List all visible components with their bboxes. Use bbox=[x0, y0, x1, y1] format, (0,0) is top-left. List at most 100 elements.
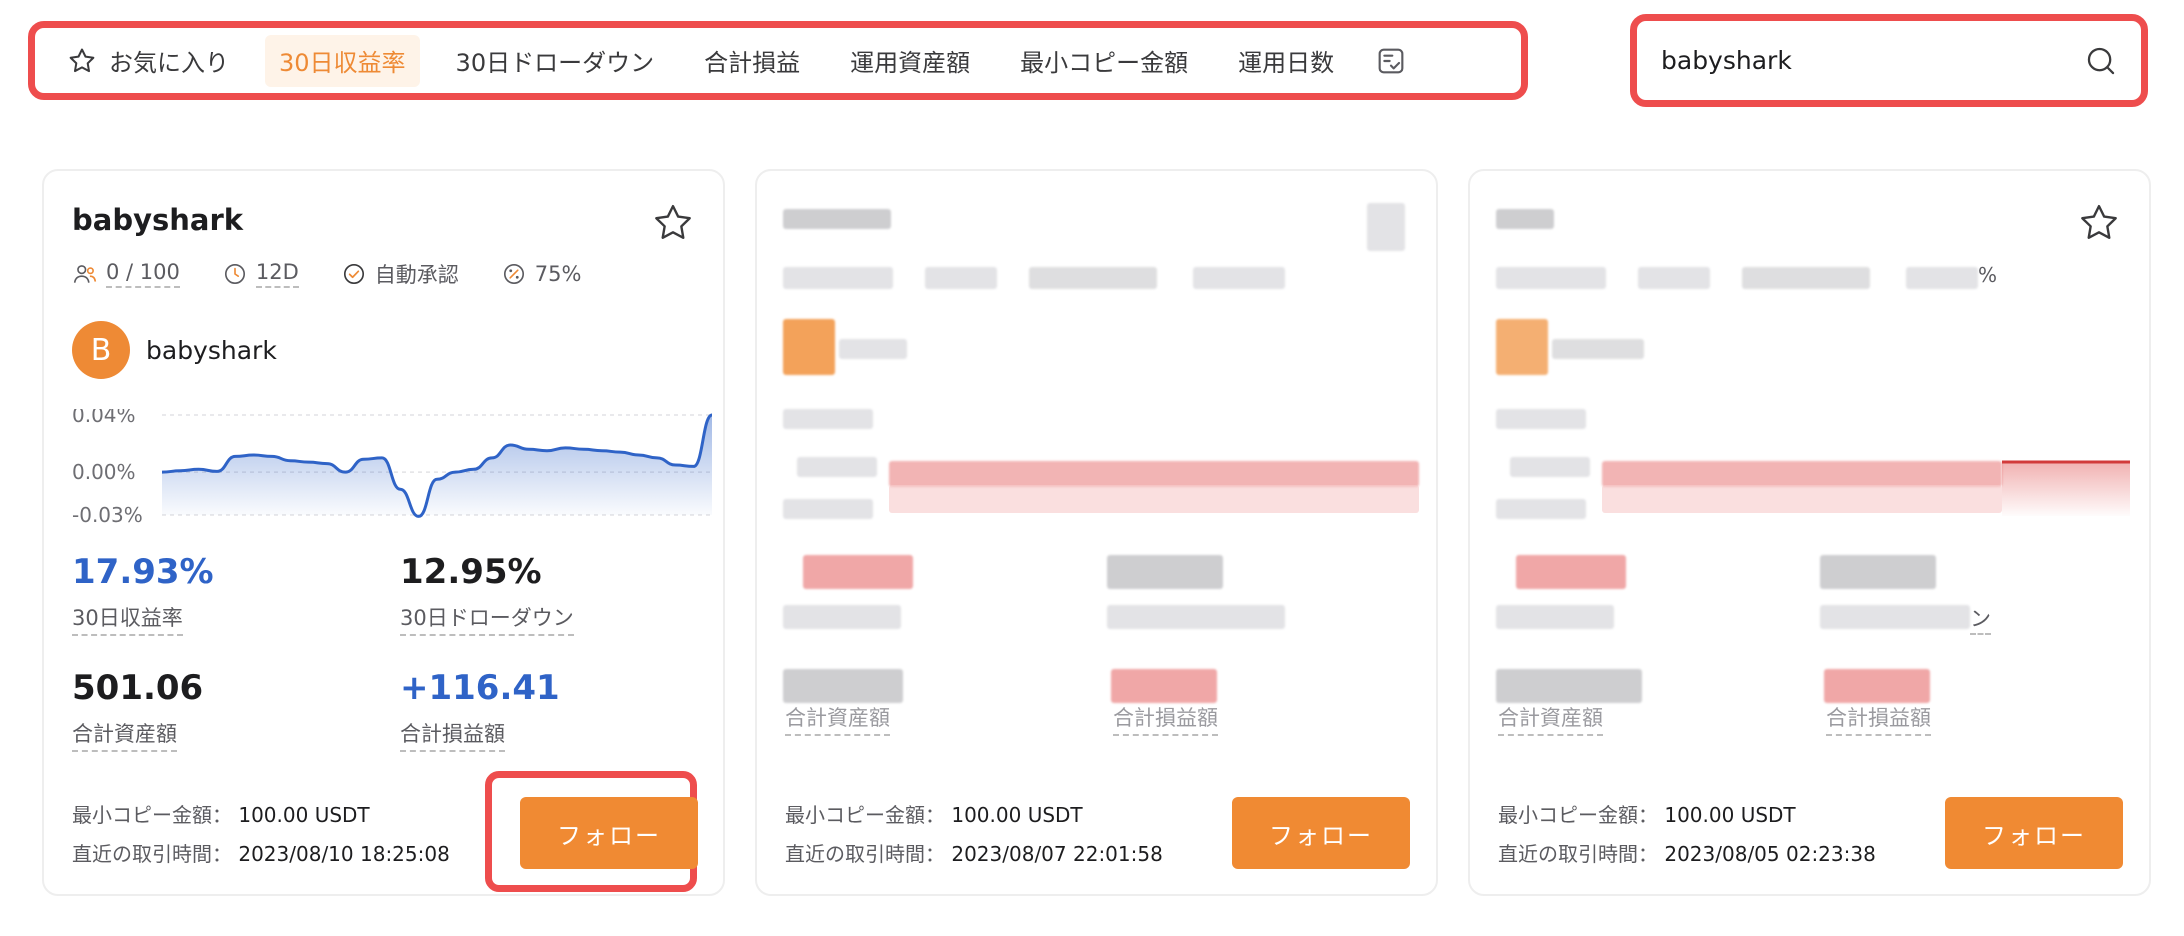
total-assets-label: 合計資産額 bbox=[785, 702, 890, 736]
filter-tab-favorites[interactable]: お気に入り bbox=[53, 35, 243, 87]
blurred-chart-tick bbox=[1496, 409, 1586, 429]
trading-days-value: 12D bbox=[255, 260, 299, 288]
min-copy-label: 最小コピー金額： bbox=[1498, 803, 1658, 827]
blurred-roi-value bbox=[1516, 555, 1626, 589]
filter-tab-days[interactable]: 運用日数 bbox=[1224, 35, 1348, 87]
blurred-avatar bbox=[1496, 319, 1548, 375]
follow-button[interactable]: フォロー bbox=[1232, 797, 1410, 869]
last-trade-label: 直近の取引時間： bbox=[72, 842, 232, 866]
stat-total-assets: 合計資産額 bbox=[1498, 692, 1603, 736]
last-trade-time: 直近の取引時間： 2023/08/05 02:23:38 bbox=[1498, 838, 1876, 867]
filter-tab-total-pnl[interactable]: 合計損益 bbox=[690, 35, 814, 87]
trader-meta-row: 0 / 100 12D 自動承認 75% bbox=[72, 259, 623, 289]
blurred-chart-tick bbox=[1510, 457, 1590, 477]
blurred-chart bbox=[1602, 485, 2002, 513]
total-pnl-label: 合計損益額 bbox=[400, 718, 505, 752]
total-assets-label: 合計資産額 bbox=[1498, 702, 1603, 736]
min-copy-amount: 最小コピー金額： 100.00 USDT bbox=[785, 799, 1083, 828]
trader-profile[interactable]: B babyshark bbox=[72, 321, 277, 379]
filter-list-icon bbox=[1378, 48, 1404, 73]
stat-total-pnl: +116.41 合計損益額 bbox=[400, 668, 560, 752]
filter-tab-drawdown-30d[interactable]: 30日ドローダウン bbox=[442, 35, 669, 87]
blurred-meta bbox=[1029, 267, 1157, 289]
blurred-chart-tick bbox=[1496, 499, 1586, 519]
min-copy-value: 100.00 USDT bbox=[951, 803, 1083, 827]
blurred-trader-name bbox=[783, 209, 891, 229]
total-assets-value: 501.06 bbox=[72, 668, 204, 708]
stat-drawdown-30d: 12.95% 30日ドローダウン bbox=[400, 552, 574, 636]
blurred-chart-tick bbox=[797, 457, 877, 477]
last-trade-value: 2023/08/05 02:23:38 bbox=[1664, 842, 1876, 866]
search-box bbox=[1630, 14, 2148, 107]
blurred-profile-name bbox=[1552, 339, 1644, 359]
min-copy-value: 100.00 USDT bbox=[1664, 803, 1796, 827]
search-input[interactable] bbox=[1661, 46, 2083, 75]
trader-card: % ン 合計資産額 合計損益額 最小コピー金額： 100.00 USDT 直近の… bbox=[1468, 169, 2151, 896]
filter-tab-label: 運用資産額 bbox=[850, 49, 971, 77]
stat-total-assets: 501.06 合計資産額 bbox=[72, 668, 203, 752]
blurred-avatar bbox=[783, 319, 835, 375]
total-pnl-label: 合計損益額 bbox=[1113, 702, 1218, 736]
blurred-meta bbox=[1906, 267, 1978, 289]
sort-filter-bar: お気に入り 30日収益率 30日ドローダウン 合計損益 運用資産額 最小コピー金… bbox=[28, 21, 1528, 100]
follow-button[interactable]: フォロー bbox=[520, 797, 698, 869]
stat-total-pnl: 合計損益額 bbox=[1826, 692, 1931, 736]
total-pnl-value: +116.41 bbox=[400, 668, 560, 708]
stat-total-assets: 合計資産額 bbox=[785, 692, 890, 736]
last-trade-value: 2023/08/07 22:01:58 bbox=[951, 842, 1163, 866]
search-icon bbox=[2087, 47, 2115, 74]
check-circle-icon bbox=[343, 263, 364, 285]
blurred-drawdown-value bbox=[1107, 555, 1223, 589]
min-copy-label: 最小コピー金額： bbox=[785, 803, 945, 827]
blurred-label bbox=[1820, 605, 1970, 629]
roi-30d-value: 17.93% bbox=[72, 552, 214, 592]
last-trade-time: 直近の取引時間： 2023/08/07 22:01:58 bbox=[785, 838, 1163, 867]
favorite-star-icon[interactable] bbox=[2077, 201, 2121, 245]
favorite-star-icon[interactable] bbox=[651, 201, 695, 245]
filter-tab-min-copy[interactable]: 最小コピー金額 bbox=[1006, 35, 1202, 87]
drawdown-label-partial: ン bbox=[1970, 603, 1991, 635]
filter-tab-label: お気に入り bbox=[109, 49, 229, 77]
blurred-label bbox=[1496, 605, 1614, 629]
blurred-chart-tick bbox=[783, 409, 873, 429]
trader-name: babyshark bbox=[72, 203, 244, 237]
blurred-chart bbox=[889, 485, 1419, 513]
follow-button[interactable]: フォロー bbox=[1945, 797, 2123, 869]
auto-approve-label: 自動承認 bbox=[374, 263, 459, 287]
last-trade-label: 直近の取引時間： bbox=[1498, 842, 1658, 866]
trader-card: 合計資産額 合計損益額 最小コピー金額： 100.00 USDT 直近の取引時間… bbox=[755, 169, 1438, 896]
percent-icon bbox=[503, 263, 524, 285]
chart-y-tick-label: -0.03% bbox=[72, 503, 143, 524]
blurred-favorite bbox=[1367, 203, 1405, 251]
profile-name: babyshark bbox=[146, 335, 277, 365]
filter-tab-label: 30日ドローダウン bbox=[455, 49, 655, 77]
chart-fragment bbox=[2002, 460, 2130, 516]
blurred-meta bbox=[1638, 267, 1710, 289]
min-copy-value: 100.00 USDT bbox=[238, 803, 370, 827]
chart-area-fill bbox=[162, 415, 712, 517]
blurred-meta bbox=[1742, 267, 1870, 289]
blurred-chart bbox=[1602, 461, 2002, 487]
profit-share-value: 75% bbox=[534, 262, 582, 286]
blurred-meta bbox=[925, 267, 997, 289]
filter-tab-aum[interactable]: 運用資産額 bbox=[836, 35, 984, 87]
search-button[interactable] bbox=[2083, 43, 2119, 79]
profit-share: 75% bbox=[501, 261, 582, 287]
min-copy-amount: 最小コピー金額： 100.00 USDT bbox=[72, 799, 370, 828]
filter-tab-label: 合計損益 bbox=[704, 49, 801, 77]
followers-value: 0 / 100 bbox=[106, 260, 180, 288]
min-copy-amount: 最小コピー金額： 100.00 USDT bbox=[1498, 799, 1796, 828]
blurred-meta bbox=[1193, 267, 1285, 289]
min-copy-label: 最小コピー金額： bbox=[72, 803, 232, 827]
star-outline-icon bbox=[69, 48, 95, 72]
blurred-trader-name bbox=[1496, 209, 1554, 229]
filter-settings-button[interactable] bbox=[1374, 44, 1408, 78]
users-icon bbox=[73, 265, 97, 283]
last-trade-value: 2023/08/10 18:25:08 bbox=[238, 842, 450, 866]
filter-tab-roi-30d[interactable]: 30日収益率 bbox=[265, 34, 420, 87]
filter-tab-label: 最小コピー金額 bbox=[1020, 49, 1189, 77]
trader-card: babyshark 0 / 100 12D 自動承認 75% B babysha… bbox=[42, 169, 725, 896]
roi-30d-label: 30日収益率 bbox=[72, 602, 183, 636]
total-assets-label: 合計資産額 bbox=[72, 718, 177, 752]
clock-icon bbox=[224, 263, 245, 285]
